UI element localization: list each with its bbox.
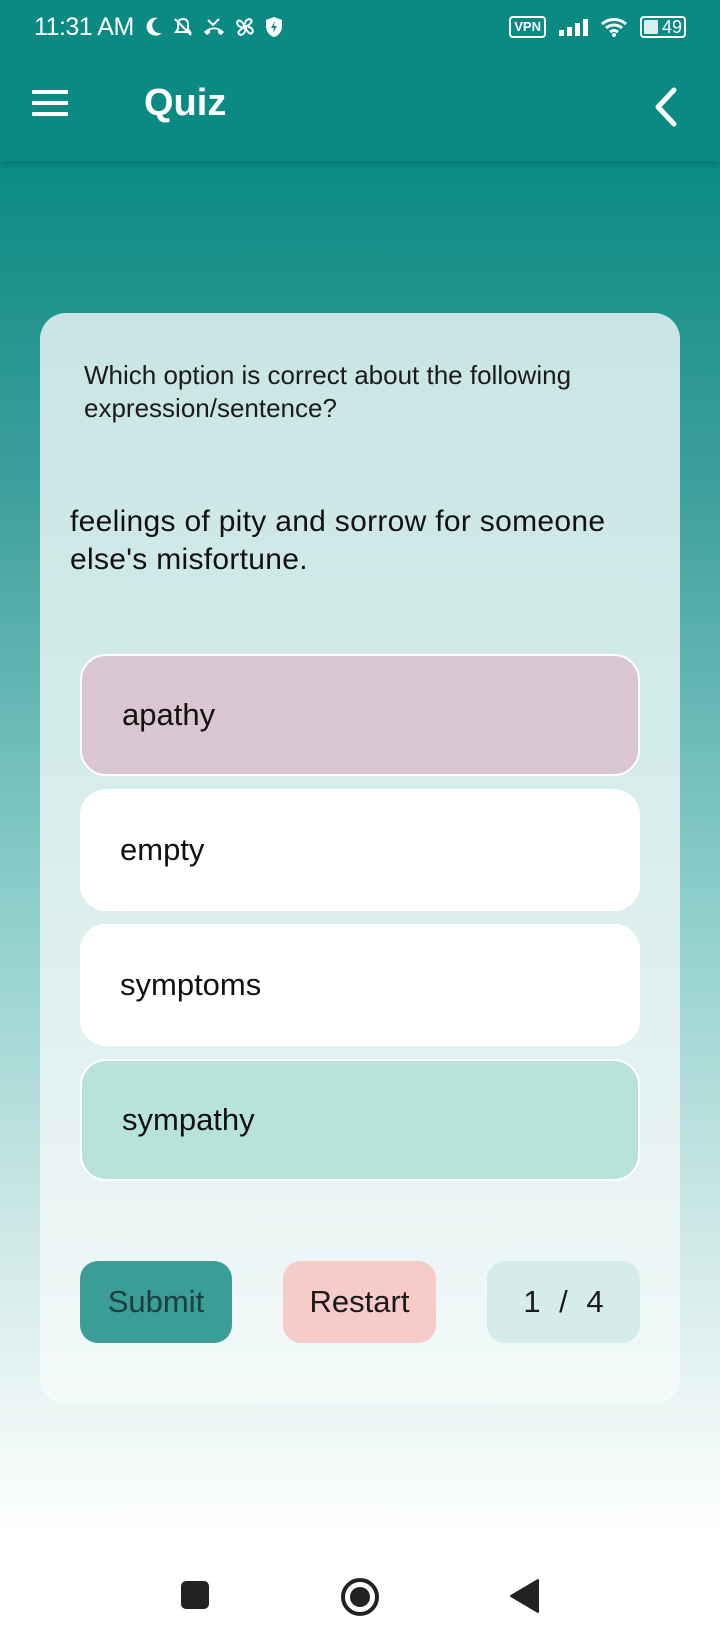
square-icon [181, 1581, 209, 1609]
moon-icon [146, 17, 162, 36]
question-prompt: Which option is correct about the follow… [84, 360, 572, 423]
vpn-badge: VPN [509, 16, 546, 38]
battery-icon: 49 [640, 16, 686, 38]
status-icons [144, 16, 284, 38]
option-empty[interactable]: empty [80, 789, 640, 911]
recent-apps-button[interactable] [180, 1580, 210, 1615]
hamburger-icon-line [32, 90, 68, 94]
status-bar: 11:31 AM VPN 49 [0, 0, 720, 54]
hamburger-icon-line [32, 112, 68, 116]
option-label: empty [120, 832, 205, 867]
page-title: Quiz [144, 82, 227, 124]
menu-button[interactable] [32, 90, 72, 122]
question-counter: 1 / 4 [487, 1261, 640, 1343]
restart-button[interactable]: Restart [283, 1261, 436, 1343]
option-label: sympathy [122, 1102, 255, 1137]
option-symptoms[interactable]: symptoms [80, 924, 640, 1046]
submit-button[interactable]: Submit [80, 1261, 232, 1343]
status-left: 11:31 AM [34, 13, 284, 42]
bell-off-icon [173, 17, 192, 36]
triangle-back-icon [510, 1579, 539, 1613]
system-nav-bar [0, 1560, 720, 1650]
back-button[interactable] [646, 84, 686, 130]
missed-call-icon [203, 18, 224, 35]
status-time: 11:31 AM [34, 12, 134, 41]
nav-back-button[interactable] [508, 1578, 540, 1619]
signal-icon [559, 19, 588, 36]
app-bar: Quiz [0, 54, 720, 161]
chevron-left-icon [655, 87, 677, 127]
option-sympathy[interactable]: sympathy [80, 1059, 640, 1181]
wifi-icon [601, 18, 627, 37]
option-apathy[interactable]: apathy [80, 654, 640, 776]
shield-icon [265, 17, 282, 37]
battery-percent: 49 [661, 16, 682, 37]
option-label: symptoms [120, 967, 262, 1002]
home-circle-icon [341, 1578, 379, 1616]
option-label: apathy [122, 697, 216, 732]
fan-icon [236, 18, 254, 36]
status-right: VPN 49 [509, 16, 686, 38]
quiz-card: Which option is correct about the follow… [40, 313, 680, 1404]
hamburger-icon-line [32, 101, 68, 105]
home-button[interactable] [339, 1576, 381, 1623]
question-text: feelings of pity and sorrow for someone … [70, 505, 606, 576]
